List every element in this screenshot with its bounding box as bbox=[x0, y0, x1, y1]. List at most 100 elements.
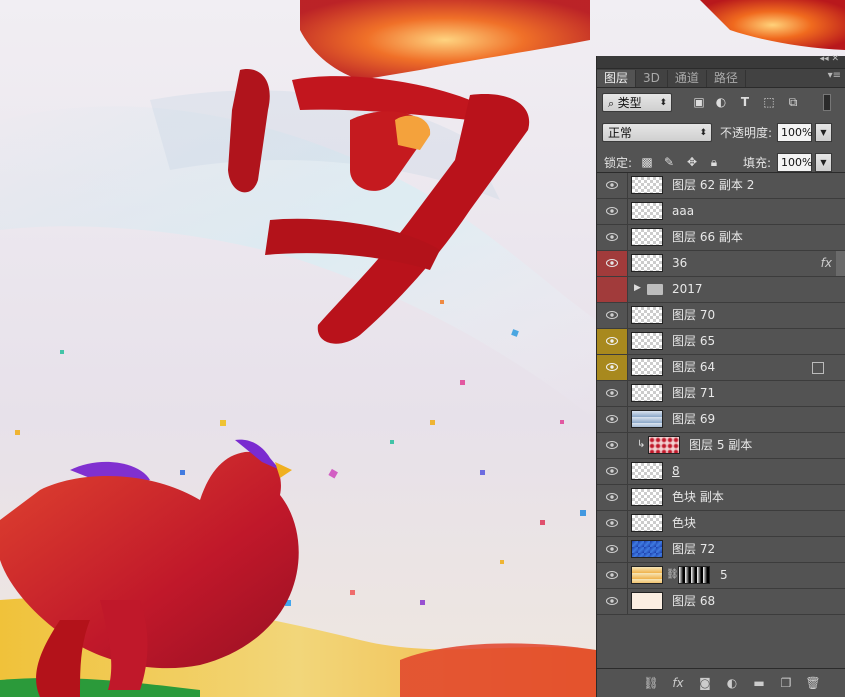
lock-transparent-icon[interactable]: ▩ bbox=[640, 155, 654, 169]
opacity-input[interactable]: 100% bbox=[777, 123, 812, 142]
lock-position-icon[interactable]: ✥ bbox=[685, 155, 699, 169]
layer-name[interactable]: 图层 62 副本 2 bbox=[672, 173, 754, 198]
visibility-eye-icon[interactable] bbox=[597, 329, 628, 354]
tab-paths[interactable]: 路径 bbox=[707, 70, 746, 87]
adjustment-filter-icon[interactable]: ◐ bbox=[714, 95, 728, 109]
layer-row[interactable]: 36 fx bbox=[597, 251, 845, 277]
visibility-eye-icon[interactable] bbox=[597, 199, 628, 224]
layer-row[interactable]: 图层 72 bbox=[597, 537, 845, 563]
layer-name[interactable]: 图层 71 bbox=[672, 381, 715, 406]
layer-name[interactable]: 图层 69 bbox=[672, 407, 715, 432]
layer-name[interactable]: 5 bbox=[720, 563, 728, 588]
layer-group-name[interactable]: 2017 bbox=[672, 277, 703, 302]
visibility-eye-icon[interactable] bbox=[597, 225, 628, 250]
link-layers-icon[interactable]: ⛓ bbox=[643, 676, 659, 690]
layer-row[interactable]: 图层 66 副本 bbox=[597, 225, 845, 251]
type-filter-icon[interactable]: T bbox=[738, 95, 752, 109]
visibility-eye-icon[interactable] bbox=[597, 459, 628, 484]
layer-row[interactable]: 色块 副本 bbox=[597, 485, 845, 511]
blend-mode-value: 正常 bbox=[608, 126, 633, 140]
layer-name[interactable]: 36 bbox=[672, 251, 687, 276]
filter-type-label: 类型 bbox=[617, 96, 642, 110]
add-style-icon[interactable]: fx bbox=[670, 676, 686, 690]
panel-tabs: 图层 3D 通道 路径 ▾≡ bbox=[597, 69, 845, 88]
opacity-label: 不透明度: bbox=[720, 126, 773, 140]
visibility-eye-icon[interactable] bbox=[597, 511, 628, 536]
visibility-eye-icon[interactable] bbox=[597, 355, 628, 380]
layer-name[interactable]: 色块 副本 bbox=[672, 485, 724, 510]
layer-row[interactable]: 图层 70 bbox=[597, 303, 845, 329]
layer-row[interactable]: 图层 62 副本 2 bbox=[597, 173, 845, 199]
layer-thumbnail bbox=[631, 202, 663, 220]
tab-layers[interactable]: 图层 bbox=[597, 70, 637, 87]
layer-name[interactable]: 图层 68 bbox=[672, 589, 715, 614]
tab-channels[interactable]: 通道 bbox=[668, 70, 707, 87]
visibility-eye-icon[interactable] bbox=[597, 485, 628, 510]
smart-object-filter-icon[interactable]: ⧉ bbox=[786, 95, 800, 109]
visibility-eye-icon[interactable] bbox=[597, 303, 628, 328]
folder-icon bbox=[647, 284, 663, 295]
layer-thumbnail bbox=[631, 410, 663, 428]
visibility-eye-icon[interactable] bbox=[597, 277, 628, 302]
layer-row[interactable]: 图层 64 bbox=[597, 355, 845, 381]
layer-name[interactable]: aaa bbox=[672, 199, 694, 224]
layer-group-row[interactable]: ▶ 2017 bbox=[597, 277, 845, 303]
layer-row[interactable]: 8 bbox=[597, 459, 845, 485]
layer-row[interactable]: aaa bbox=[597, 199, 845, 225]
layer-name[interactable]: 8 bbox=[672, 459, 680, 484]
layer-mask-thumbnail[interactable] bbox=[678, 566, 710, 584]
link-chain-icon[interactable]: ⛓ bbox=[666, 569, 679, 580]
shape-filter-icon[interactable]: ⬚ bbox=[762, 95, 776, 109]
layer-thumbnail bbox=[631, 176, 663, 194]
trash-icon[interactable]: 🗑︎ bbox=[805, 676, 821, 690]
fx-icon[interactable]: fx bbox=[821, 251, 832, 276]
visibility-eye-icon[interactable] bbox=[597, 537, 628, 562]
adjustment-layer-icon[interactable]: ◐ bbox=[724, 676, 740, 690]
pixel-filter-icon[interactable]: ▣ bbox=[692, 95, 706, 109]
visibility-eye-icon[interactable] bbox=[597, 381, 628, 406]
lock-all-icon[interactable]: 🔒︎ bbox=[707, 155, 721, 169]
fill-dropdown-button[interactable]: ▼ bbox=[815, 153, 832, 172]
tab-3d[interactable]: 3D bbox=[636, 70, 668, 87]
layer-name[interactable]: 图层 72 bbox=[672, 537, 715, 562]
panel-menu-icon[interactable]: ▾≡ bbox=[828, 70, 841, 81]
lock-image-icon[interactable]: ✎ bbox=[662, 155, 676, 169]
collapse-panel-icon[interactable]: ◂◂ ✕ bbox=[820, 54, 839, 64]
opacity-dropdown-button[interactable]: ▼ bbox=[815, 123, 832, 142]
layer-name[interactable]: 图层 66 副本 bbox=[672, 225, 743, 250]
layer-row[interactable]: ⛓ 5 bbox=[597, 563, 845, 589]
filter-type-dropdown[interactable]: ⌕ 类型 ⬍ bbox=[602, 93, 672, 112]
layer-row[interactable]: 图层 69 bbox=[597, 407, 845, 433]
layer-row[interactable]: 图层 65 bbox=[597, 329, 845, 355]
layer-name[interactable]: 图层 65 bbox=[672, 329, 715, 354]
layer-name[interactable]: 图层 64 bbox=[672, 355, 715, 380]
new-layer-icon[interactable]: ❐ bbox=[778, 676, 794, 690]
blend-mode-dropdown[interactable]: 正常 ⬍ bbox=[602, 123, 712, 142]
layer-row[interactable]: ↳ 图层 5 副本 bbox=[597, 433, 845, 459]
blend-row: 正常 ⬍ 不透明度: 100% ▼ bbox=[597, 118, 845, 148]
smart-object-badge-icon bbox=[812, 362, 824, 374]
visibility-eye-icon[interactable] bbox=[597, 251, 628, 276]
layer-row[interactable]: 色块 bbox=[597, 511, 845, 537]
layer-name[interactable]: 图层 70 bbox=[672, 303, 715, 328]
layer-thumbnail bbox=[631, 592, 663, 610]
add-mask-icon[interactable]: ◙ bbox=[697, 676, 713, 690]
layer-thumbnail bbox=[648, 436, 680, 454]
layer-thumbnail bbox=[631, 540, 663, 558]
filter-toggle-switch[interactable] bbox=[823, 94, 831, 111]
layers-list: 图层 62 副本 2 aaa 图层 66 副本 36 fx ▶ 2017 图层 … bbox=[597, 172, 845, 669]
layer-name[interactable]: 色块 bbox=[672, 511, 696, 536]
expand-arrow-icon[interactable]: ▶ bbox=[634, 283, 641, 293]
layers-bottom-toolbar: ⛓ fx ◙ ◐ ▬ ❐ 🗑︎ bbox=[597, 668, 845, 697]
layer-row[interactable]: 图层 71 bbox=[597, 381, 845, 407]
visibility-eye-icon[interactable] bbox=[597, 173, 628, 198]
scrollbar-thumb[interactable] bbox=[836, 251, 845, 276]
visibility-eye-icon[interactable] bbox=[597, 433, 628, 458]
new-group-icon[interactable]: ▬ bbox=[751, 676, 767, 690]
layer-row[interactable]: 图层 68 bbox=[597, 589, 845, 615]
layer-name[interactable]: 图层 5 副本 bbox=[689, 433, 752, 458]
visibility-eye-icon[interactable] bbox=[597, 589, 628, 614]
visibility-eye-icon[interactable] bbox=[597, 563, 628, 588]
fill-input[interactable]: 100% bbox=[777, 153, 812, 172]
visibility-eye-icon[interactable] bbox=[597, 407, 628, 432]
